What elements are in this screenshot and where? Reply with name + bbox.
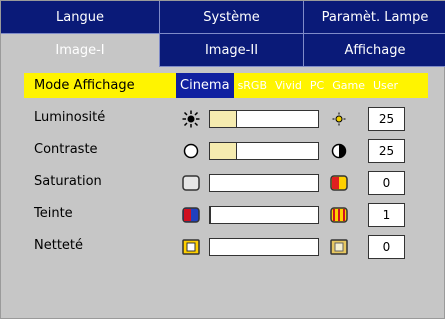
setting-row-contrast[interactable]: Contraste 25 (19, 139, 428, 163)
tab-image-1[interactable]: Image-I (1, 34, 160, 67)
sharpness-slider[interactable] (209, 238, 319, 256)
display-mode-options[interactable]: Cinema sRGB Vivid PC Game User (176, 73, 428, 98)
red-yellow-square-icon (329, 205, 349, 225)
tint-value: 1 (368, 203, 405, 227)
mode-option-user[interactable]: User (369, 73, 402, 98)
mode-option-pc[interactable]: PC (306, 73, 328, 98)
display-mode-label: Mode Affichage (24, 73, 176, 98)
tab-affichage[interactable]: Affichage (304, 34, 445, 67)
setting-label: Netteté (34, 238, 84, 253)
mode-option-srgb[interactable]: sRGB (234, 73, 271, 98)
red-blue-square-icon (181, 205, 201, 225)
sun-small-icon (329, 109, 349, 129)
saturation-slider[interactable] (209, 174, 319, 192)
sharp-square-icon (181, 237, 201, 257)
contrast-value: 25 (368, 139, 405, 163)
setting-row-sharpness[interactable]: Netteté 0 (19, 235, 428, 259)
tab-row-bottom: Image-I Image-II Affichage (1, 34, 445, 67)
brightness-slider[interactable] (209, 110, 319, 128)
tab-langue[interactable]: Langue (1, 1, 160, 34)
gray-square-icon (181, 173, 201, 193)
contrast-slider[interactable] (209, 142, 319, 160)
circle-open-icon (181, 141, 201, 161)
color-square-icon (329, 173, 349, 193)
tab-row-top: Langue Système Paramèt. Lampe (1, 1, 445, 34)
osd-menu: Langue Système Paramèt. Lampe Image-I Im… (0, 0, 445, 319)
setting-row-brightness[interactable]: Luminosité 25 (19, 107, 428, 131)
sun-dim-icon (181, 109, 201, 129)
tab-systeme[interactable]: Système (160, 1, 304, 34)
brightness-value: 25 (368, 107, 405, 131)
setting-label: Teinte (34, 206, 73, 221)
tab-parametres-lampe[interactable]: Paramèt. Lampe (304, 1, 445, 34)
setting-label: Contraste (34, 142, 98, 157)
mode-option-vivid[interactable]: Vivid (271, 73, 306, 98)
setting-row-tint[interactable]: Teinte 1 (19, 203, 428, 227)
settings-panel: Mode Affichage Cinema sRGB Vivid PC Game… (19, 68, 428, 268)
tint-slider[interactable] (209, 206, 319, 224)
mode-option-cinema[interactable]: Cinema (176, 73, 234, 98)
soft-square-icon (329, 237, 349, 257)
slider-fill (210, 143, 237, 159)
slider-fill (210, 111, 237, 127)
mode-option-game[interactable]: Game (328, 73, 369, 98)
saturation-value: 0 (368, 171, 405, 195)
slider-fill (210, 207, 212, 223)
display-mode-row[interactable]: Mode Affichage Cinema sRGB Vivid PC Game… (24, 73, 428, 98)
setting-label: Luminosité (34, 110, 106, 125)
sharpness-value: 0 (368, 235, 405, 259)
setting-row-saturation[interactable]: Saturation 0 (19, 171, 428, 195)
setting-label: Saturation (34, 174, 102, 189)
half-circle-icon (329, 141, 349, 161)
tab-image-2[interactable]: Image-II (160, 34, 304, 67)
